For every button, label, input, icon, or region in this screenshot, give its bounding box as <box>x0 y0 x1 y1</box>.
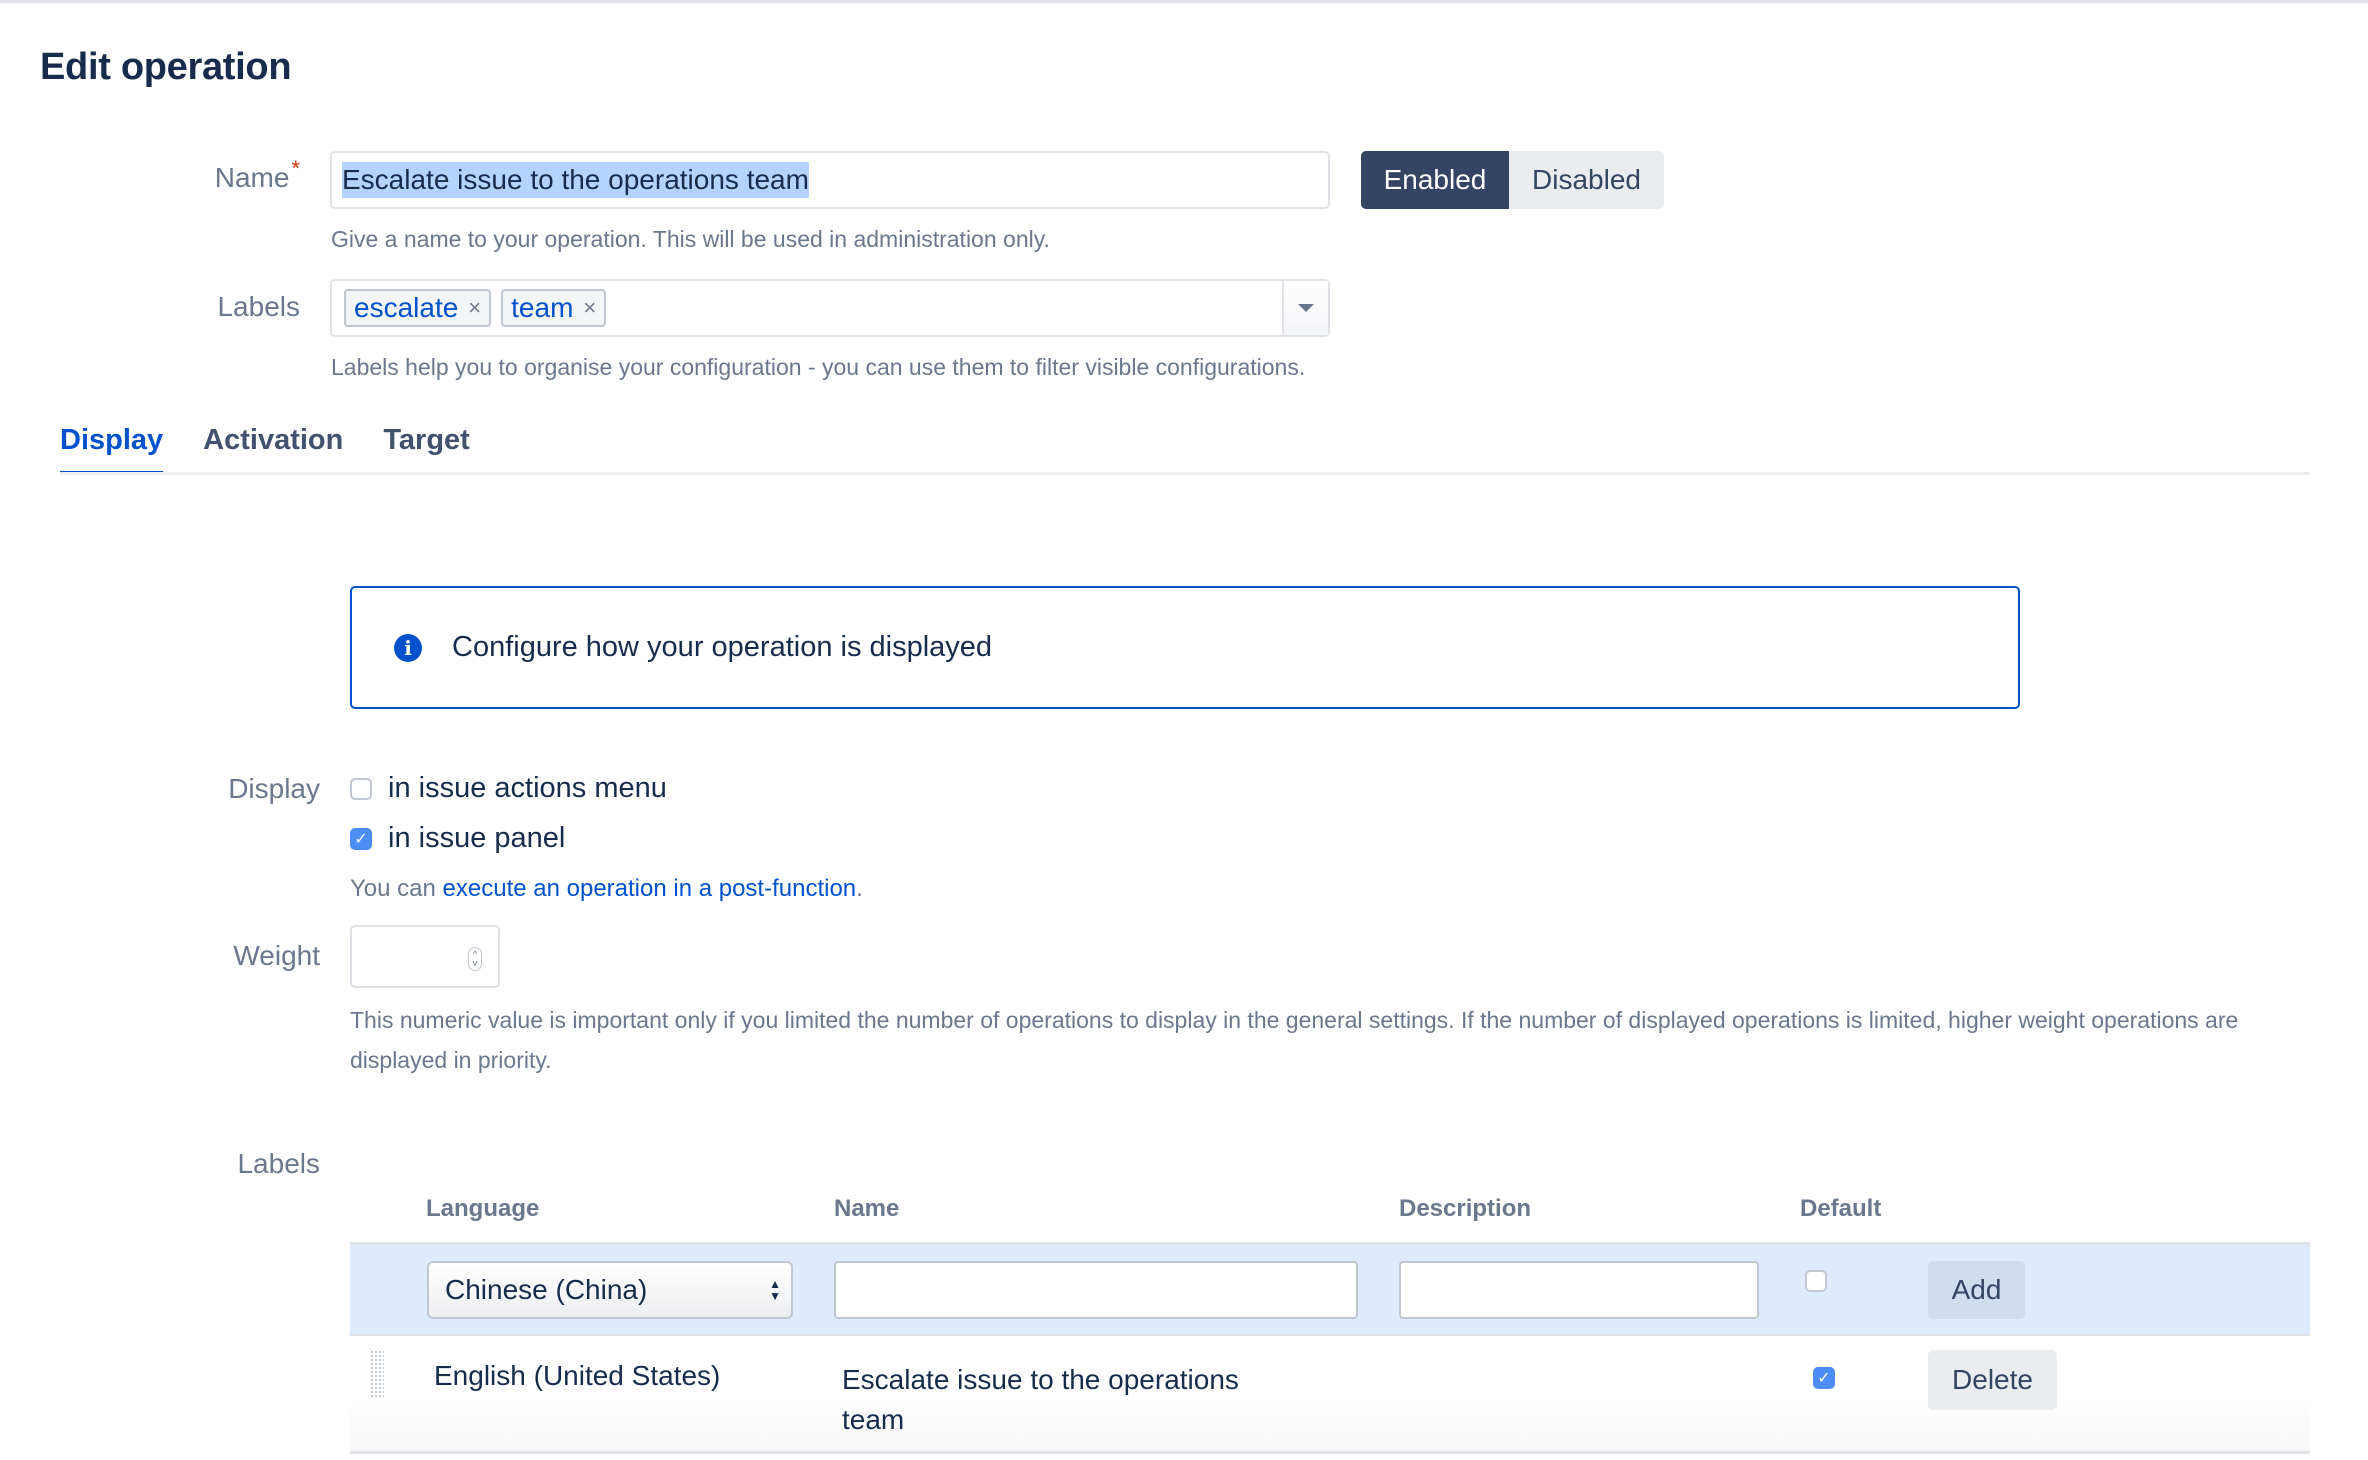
language-select-value: Chinese (China) <box>445 1274 648 1305</box>
labels-dropdown-button[interactable] <box>1282 281 1328 335</box>
issue-actions-menu-label: in issue actions menu <box>388 772 667 804</box>
name-input[interactable]: Escalate issue to the operations team <box>330 151 1330 209</box>
hint-prefix: You can <box>350 875 443 902</box>
display-field-label: Display <box>228 773 320 804</box>
tab-target[interactable]: Target <box>383 424 469 475</box>
new-label-name-input[interactable] <box>834 1261 1358 1319</box>
column-header-language: Language <box>426 1195 540 1222</box>
info-icon: i <box>394 633 422 662</box>
weight-help-text: This numeric value is important only if … <box>350 1007 2239 1073</box>
row-name: Escalate issue to the operations team <box>842 1364 1239 1435</box>
info-message-text: Configure how your operation is displaye… <box>452 631 993 663</box>
new-label-description-input[interactable] <box>1399 1261 1759 1319</box>
caret-down-icon <box>1298 304 1314 312</box>
labels-help-text: Labels help you to organise your configu… <box>331 354 1306 380</box>
info-message: i Configure how your operation is displa… <box>350 586 2020 709</box>
issue-panel-checkbox[interactable]: ✓ <box>350 827 372 850</box>
label-tag-text: escalate <box>354 292 459 323</box>
row-language: English (United States) <box>434 1360 721 1391</box>
top-border <box>0 0 2368 3</box>
remove-tag-icon[interactable]: × <box>468 295 481 321</box>
name-help-text: Give a name to your operation. This will… <box>331 226 1050 252</box>
weight-input[interactable]: ^ v <box>350 925 500 988</box>
name-field-label: Name* <box>150 156 300 194</box>
add-button[interactable]: Add <box>1928 1261 2025 1319</box>
tab-bar: Display Activation Target <box>60 424 510 475</box>
drag-handle-icon[interactable] <box>370 1350 384 1398</box>
number-spinner-icon[interactable]: ^ v <box>468 947 482 971</box>
delete-button[interactable]: Delete <box>1928 1350 2057 1410</box>
remove-tag-icon[interactable]: × <box>583 295 596 321</box>
name-label-text: Name <box>214 162 290 193</box>
select-arrows-icon: ▲ ▼ <box>769 1277 781 1303</box>
status-toggle: Enabled Disabled <box>1361 151 1664 209</box>
label-tag: escalate × <box>344 289 492 327</box>
issue-panel-option[interactable]: ✓ in issue panel <box>350 822 565 855</box>
issue-actions-menu-option[interactable]: in issue actions menu <box>350 772 667 805</box>
labels-input[interactable]: escalate × team × <box>330 279 1330 337</box>
enabled-button[interactable]: Enabled <box>1361 151 1509 209</box>
display-labels-label: Labels <box>237 1148 320 1179</box>
column-header-default: Default <box>1800 1195 1882 1222</box>
weight-field-label: Weight <box>233 940 320 971</box>
label-tag: team × <box>501 289 607 327</box>
tab-divider <box>60 472 2310 475</box>
column-header-name: Name <box>834 1195 900 1222</box>
row-default-checkbox[interactable]: ✓ <box>1813 1367 1835 1389</box>
post-function-hint: You can execute an operation in a post-f… <box>350 875 863 903</box>
name-input-value: Escalate issue to the operations team <box>342 162 809 198</box>
tab-activation[interactable]: Activation <box>203 424 343 475</box>
language-select[interactable]: Chinese (China) ▲ ▼ <box>427 1261 793 1319</box>
required-marker: * <box>291 156 300 181</box>
hint-suffix: . <box>856 875 863 902</box>
tab-display[interactable]: Display <box>60 424 164 475</box>
issue-panel-label: in issue panel <box>388 822 566 854</box>
disabled-button[interactable]: Disabled <box>1509 151 1664 209</box>
column-header-description: Description <box>1399 1195 1532 1222</box>
labels-field-label: Labels <box>217 291 300 322</box>
post-function-link[interactable]: execute an operation in a post-function <box>443 875 857 902</box>
issue-actions-menu-checkbox[interactable] <box>350 777 372 800</box>
new-label-default-checkbox[interactable] <box>1805 1270 1827 1292</box>
page-title: Edit operation <box>40 46 292 88</box>
label-tag-text: team <box>511 292 574 323</box>
